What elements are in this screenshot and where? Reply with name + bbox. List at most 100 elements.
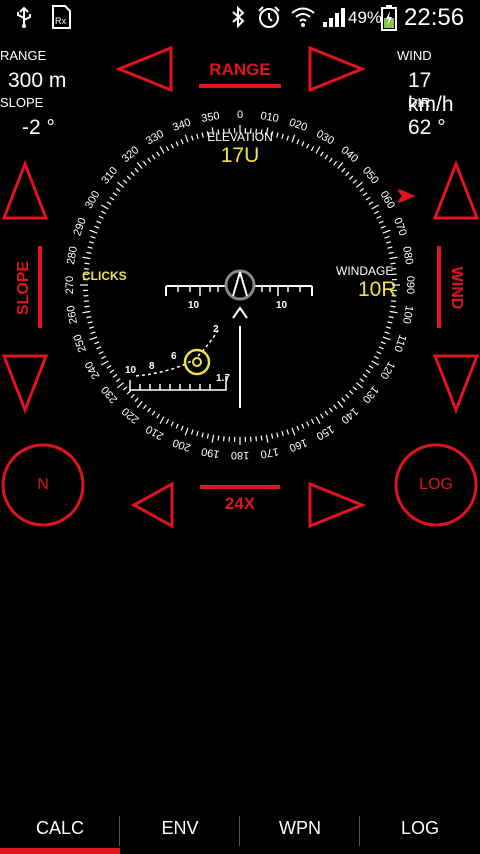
dial-tick: [291, 427, 296, 436]
dial-tick: [180, 425, 184, 431]
dial-tick: [341, 167, 346, 173]
dial-label: 180: [231, 449, 249, 461]
dial-tick: [301, 141, 305, 147]
dial-tick: [362, 192, 368, 197]
dial-tick: [296, 425, 300, 431]
dial-tick: [356, 382, 363, 389]
dial-tick: [165, 418, 170, 424]
dial-label: 080: [400, 245, 415, 265]
zoom-decrease-button[interactable]: [130, 482, 176, 528]
dial-tick: [134, 397, 139, 403]
slope-bar: [38, 246, 42, 328]
dial-tick: [276, 432, 279, 438]
dial-tick: [115, 378, 121, 383]
range-decrease-button[interactable]: [115, 46, 175, 92]
range-label: RANGE: [0, 48, 47, 63]
dial-tick: [382, 336, 391, 341]
dial-tick: [306, 143, 310, 149]
dial-tick: [112, 373, 118, 378]
elevation-label: ELEVATION: [207, 130, 273, 144]
dial-tick: [122, 386, 128, 391]
dial-tick: [388, 251, 394, 254]
dial-tick: [328, 157, 333, 163]
tab-log[interactable]: LOG: [360, 806, 480, 854]
dial-label: 200: [171, 436, 192, 454]
tab-env[interactable]: ENV: [120, 806, 240, 854]
signal-icon: [323, 8, 345, 27]
slope-control-label[interactable]: SLOPE: [15, 248, 35, 328]
dial-tick: [101, 204, 109, 210]
dial-label: 290: [71, 216, 89, 237]
drop-scale: [129, 376, 227, 391]
dial-tick: [385, 326, 392, 329]
alarm-icon: [258, 6, 280, 28]
tab-wpn[interactable]: WPN: [240, 806, 360, 854]
dial-tick: [365, 369, 371, 374]
dial-tick: [136, 162, 143, 169]
slope-down-button[interactable]: [2, 352, 48, 414]
dial-tick: [117, 181, 124, 188]
wind-up-button[interactable]: [433, 160, 479, 222]
dial-label: 190: [200, 445, 220, 460]
dial-tick: [324, 410, 329, 416]
dial-tick: [371, 360, 379, 366]
dial-tick: [196, 430, 199, 437]
dial-tick: [352, 386, 358, 391]
dial-tick: [368, 365, 374, 369]
slope-up-button[interactable]: [2, 160, 48, 222]
dial-tick: [130, 393, 135, 399]
wind-bar: [437, 246, 441, 328]
dial-tick: [348, 390, 354, 395]
dial-label: 060: [378, 189, 398, 211]
dial-tick: [388, 316, 394, 319]
dial-tick: [184, 427, 189, 436]
north-button-label[interactable]: N: [0, 476, 86, 494]
dial-tick: [122, 179, 128, 184]
dial-label: 320: [120, 144, 142, 165]
slope-label: SLOPE: [0, 95, 44, 110]
dial-label: 0: [237, 109, 243, 121]
dial-tick: [82, 256, 91, 260]
dial-tick: [380, 225, 386, 229]
dial-tick: [165, 146, 170, 152]
dial-label: 250: [71, 332, 89, 353]
slope-value: -2 °: [22, 116, 55, 139]
dial-label: 090: [404, 276, 416, 294]
dial-tick: [101, 360, 109, 366]
zoom-underline: [200, 485, 280, 489]
dial-tick: [159, 416, 165, 424]
dial-label: 050: [360, 165, 381, 187]
dial-tick: [333, 404, 338, 410]
dial-tick: [88, 241, 95, 244]
dial-label: 230: [99, 383, 120, 405]
dial-tick: [387, 246, 393, 249]
zoom-increase-button[interactable]: [306, 482, 366, 528]
dial-tick: [147, 407, 152, 413]
wind-label: WIND: [397, 48, 432, 63]
dial-label: 040: [338, 144, 360, 165]
tab-calc[interactable]: CALC: [0, 806, 120, 854]
dial-tick: [345, 171, 350, 177]
dial-tick: [117, 382, 124, 389]
rx-file-icon: Rx: [52, 5, 71, 29]
wind-control-label[interactable]: WIND: [445, 248, 465, 328]
zoom-label: 24X: [224, 494, 256, 513]
dial-tick: [378, 346, 384, 350]
reticle-minor-ticks: [177, 286, 301, 296]
dial-tick: [217, 435, 220, 441]
windage-label: WINDAGE: [336, 264, 394, 278]
dial-label: 240: [83, 359, 103, 381]
dial-tick: [389, 310, 398, 314]
log-button-label[interactable]: LOG: [392, 476, 480, 494]
dial-tick: [387, 321, 393, 324]
dial-tick: [255, 436, 258, 442]
range-increase-button[interactable]: [306, 46, 366, 92]
wind-down-button[interactable]: [433, 352, 479, 414]
dial-tick: [380, 341, 386, 345]
status-bar: Rx 49% 22:56: [0, 0, 480, 34]
dial-tick: [368, 201, 374, 205]
dial-tick: [96, 346, 102, 350]
dial-tick: [333, 160, 338, 166]
dial-tick: [98, 215, 104, 219]
dial-tick: [94, 341, 100, 345]
